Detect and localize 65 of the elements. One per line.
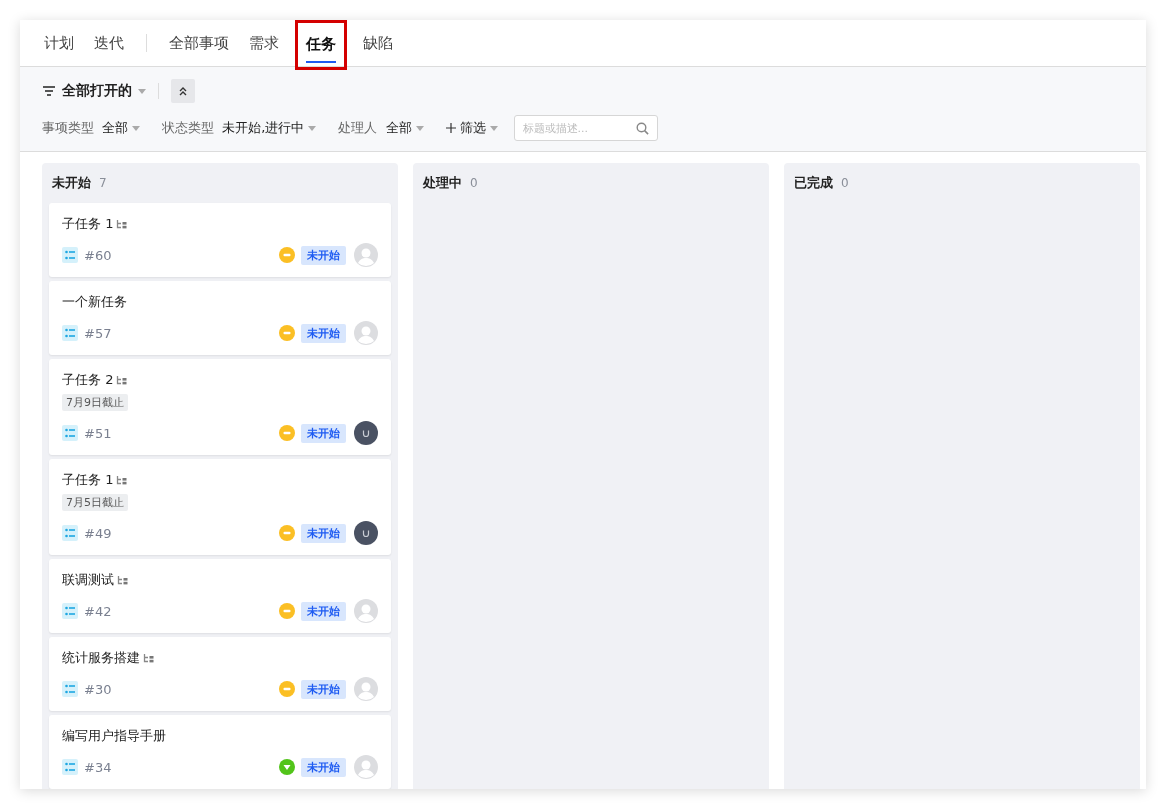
column-title: 未开始 (52, 174, 91, 192)
task-title: 子任务 2 (62, 371, 114, 389)
task-id: #51 (84, 425, 112, 441)
task-type-icon (62, 759, 78, 775)
task-type-icon (62, 247, 78, 263)
filter-icon (42, 85, 56, 97)
task-id: #60 (84, 247, 112, 263)
type-tab[interactable]: 需求 (245, 20, 283, 67)
task-title: 子任务 1 (62, 471, 114, 489)
caret-icon (489, 125, 498, 131)
status-tag: 未开始 (301, 757, 346, 777)
search-icon (635, 122, 649, 135)
column-count: 0 (470, 176, 478, 190)
status-tag: 未开始 (301, 601, 346, 621)
task-card[interactable]: 联调测试 #42 未开始 (49, 559, 391, 633)
column-count: 7 (99, 176, 107, 190)
view-tab[interactable]: 迭代 (90, 20, 128, 67)
task-id: #42 (84, 603, 112, 619)
column-count: 0 (841, 176, 849, 190)
search-field[interactable]: 标题或描述... (513, 115, 658, 141)
caret-icon (138, 88, 146, 94)
task-card[interactable]: 统计服务搭建 #30 未开始 (49, 637, 391, 711)
status-tag: 未开始 (301, 245, 346, 265)
type-tab[interactable]: 缺陷 (359, 20, 397, 67)
task-id: #34 (84, 759, 112, 775)
filter-dropdown[interactable]: 状态类型 未开始,进行中 (162, 119, 317, 137)
status-tag: 未开始 (301, 423, 346, 443)
status-tag: 未开始 (301, 523, 346, 543)
column-title: 已完成 (794, 174, 833, 192)
status-tag: 未开始 (301, 679, 346, 699)
caret-icon (132, 125, 141, 131)
double-chevron-up-icon (178, 86, 188, 96)
type-tab[interactable]: 全部事项 (165, 20, 233, 67)
status-tag: 未开始 (301, 323, 346, 343)
task-card[interactable]: 子任务 2 7月9日截止 #51 未开始 (49, 359, 391, 455)
task-type-icon (62, 325, 78, 341)
filter-dropdown[interactable]: 事项类型 全部 (42, 119, 141, 137)
due-date-tag: 7月5日截止 (62, 494, 128, 511)
filter-dropdown[interactable]: 处理人 全部 (338, 119, 424, 137)
add-filter-button[interactable]: 筛选 (445, 119, 498, 137)
collapse-button[interactable] (171, 79, 195, 103)
task-type-icon (62, 425, 78, 441)
view-filter-dropdown[interactable]: 全部打开的 (42, 82, 146, 100)
task-title: 子任务 1 (62, 215, 114, 233)
caret-icon (415, 125, 424, 131)
task-card[interactable]: 子任务 1 #60 未开始 (49, 203, 391, 277)
task-title: 编写用户指导手册 (62, 727, 166, 745)
due-date-tag: 7月9日截止 (62, 394, 128, 411)
task-id: #57 (84, 325, 112, 341)
task-title: 统计服务搭建 (62, 649, 140, 667)
column-title: 处理中 (423, 174, 462, 192)
task-type-icon (62, 603, 78, 619)
task-card[interactable]: 子任务 1 7月5日截止 #49 未开始 (49, 459, 391, 555)
task-title: 一个新任务 (62, 293, 127, 311)
task-card[interactable]: 编写用户指导手册 #34 未开始 (49, 715, 391, 789)
caret-icon (308, 125, 317, 131)
task-card[interactable]: 一个新任务 #57 未开始 (49, 281, 391, 355)
task-type-icon (62, 525, 78, 541)
task-title: 联调测试 (62, 571, 114, 589)
plus-icon (445, 123, 456, 133)
task-id: #30 (84, 681, 112, 697)
view-tab[interactable]: 计划 (40, 20, 78, 67)
type-tab[interactable]: 任务 (295, 20, 347, 70)
task-type-icon (62, 681, 78, 697)
task-id: #49 (84, 525, 112, 541)
